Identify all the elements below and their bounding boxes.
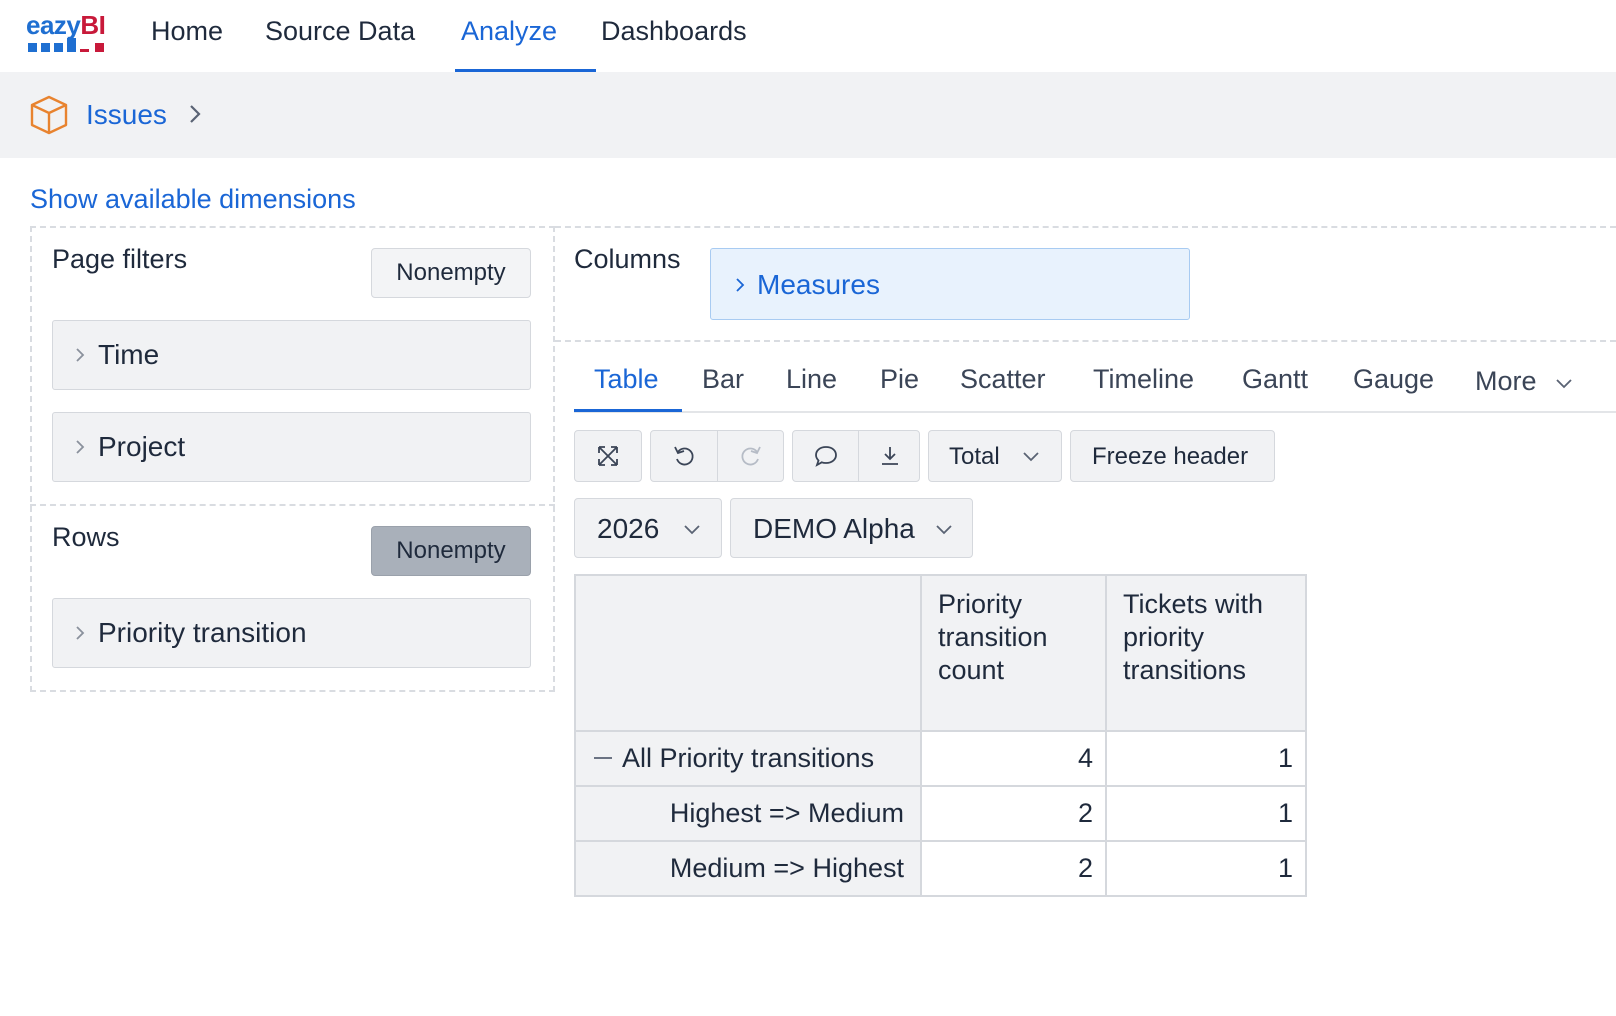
cube-icon <box>30 95 68 135</box>
total-dropdown[interactable]: Total <box>928 430 1062 482</box>
table-cell: 4 <box>920 730 1107 787</box>
chevron-right-icon <box>76 440 85 454</box>
page-filter-time[interactable]: Time <box>52 320 531 390</box>
report-area-border <box>555 340 1616 342</box>
show-available-dimensions-link[interactable]: Show available dimensions <box>30 184 356 215</box>
tab-more[interactable]: More <box>1475 366 1537 397</box>
results-table: Priority transition count Tickets with p… <box>574 574 1307 897</box>
tab-gantt[interactable]: Gantt <box>1242 364 1308 395</box>
table-cell: 1 <box>1105 730 1307 787</box>
table-row: Highest => Medium 2 1 <box>574 785 1307 842</box>
tab-gauge[interactable]: Gauge <box>1353 364 1434 395</box>
chevron-down-icon <box>1556 379 1572 389</box>
row-dimension-priority-transition[interactable]: Priority transition <box>52 598 531 668</box>
breadcrumb: Issues <box>0 72 1616 158</box>
undo-icon[interactable] <box>671 443 697 469</box>
tab-active-indicator <box>574 409 682 412</box>
column-dimension-measures[interactable]: Measures <box>710 248 1190 320</box>
page-filters-nonempty-button[interactable]: Nonempty <box>371 248 531 298</box>
nav-analyze[interactable]: Analyze <box>461 0 557 72</box>
project-filter-value: DEMO Alpha <box>753 513 915 544</box>
total-label: Total <box>949 443 1000 470</box>
chevron-down-icon <box>684 525 700 535</box>
dimension-label: Priority transition <box>98 617 307 648</box>
tab-scatter[interactable]: Scatter <box>960 364 1046 395</box>
redo-icon[interactable] <box>738 443 764 469</box>
freeze-header-label: Freeze header <box>1092 443 1249 470</box>
undo-redo-group <box>650 430 784 482</box>
row-header[interactable]: Medium => Highest <box>574 840 922 897</box>
columns-label: Columns <box>574 244 681 274</box>
chevron-right-icon <box>190 105 201 123</box>
page-filters-label: Page filters <box>52 244 188 274</box>
toolbar-separator <box>858 431 859 481</box>
chevron-down-icon <box>1023 452 1039 462</box>
chevron-right-icon <box>76 626 85 640</box>
logo-wordmark: eazyBI <box>26 10 106 40</box>
table-cell: 2 <box>920 785 1107 842</box>
chevron-down-icon <box>936 525 952 535</box>
comment-export-group <box>792 430 920 482</box>
dimension-label: Measures <box>757 269 880 300</box>
top-navigation: eazyBI Home Source Data Analyze Dashboar… <box>0 0 1616 72</box>
comment-icon[interactable] <box>813 443 839 469</box>
column-header[interactable]: Tickets with priority transitions <box>1105 574 1307 732</box>
columns-area-border <box>555 226 1616 228</box>
dimension-label: Time <box>98 339 160 370</box>
table-row: Medium => Highest 2 1 <box>574 840 1307 897</box>
page-filter-project[interactable]: Project <box>52 412 531 482</box>
expand-icon <box>598 446 618 466</box>
toolbar-separator <box>717 431 718 481</box>
table-cell: 1 <box>1105 840 1307 897</box>
row-header[interactable]: Highest => Medium <box>574 785 922 842</box>
table-row: All Priority transitions 4 1 <box>574 730 1307 787</box>
tab-bar[interactable]: Bar <box>702 364 744 395</box>
eazybi-logo[interactable]: eazyBI <box>26 10 118 52</box>
tab-pie[interactable]: Pie <box>880 364 919 395</box>
logo-bars <box>28 38 118 52</box>
project-filter-select[interactable]: DEMO Alpha <box>730 498 973 558</box>
nav-source-data[interactable]: Source Data <box>265 0 415 72</box>
rows-nonempty-button[interactable]: Nonempty <box>371 526 531 576</box>
tabs-baseline <box>574 411 1616 413</box>
table-cell: 2 <box>920 840 1107 897</box>
nav-home[interactable]: Home <box>151 0 223 72</box>
panel-divider <box>30 504 555 506</box>
table-cell: 1 <box>1105 785 1307 842</box>
download-icon[interactable] <box>878 444 902 468</box>
tab-line[interactable]: Line <box>786 364 837 395</box>
row-header[interactable]: All Priority transitions <box>574 730 922 787</box>
nav-dashboards[interactable]: Dashboards <box>601 0 747 72</box>
fullscreen-button[interactable] <box>574 430 642 482</box>
tab-timeline[interactable]: Timeline <box>1093 364 1194 395</box>
breadcrumb-issues-link[interactable]: Issues <box>86 99 167 131</box>
rows-label: Rows <box>52 522 120 552</box>
dimension-label: Project <box>98 431 186 462</box>
time-filter-value: 2026 <box>597 513 660 544</box>
table-corner-cell <box>574 574 922 732</box>
table-header-row: Priority transition count Tickets with p… <box>574 574 1307 732</box>
column-header[interactable]: Priority transition count <box>920 574 1107 732</box>
time-filter-select[interactable]: 2026 <box>574 498 722 558</box>
chevron-right-icon <box>76 348 85 362</box>
row-label: All Priority transitions <box>622 743 875 773</box>
collapse-icon[interactable] <box>594 756 612 759</box>
chevron-right-icon <box>736 278 745 292</box>
freeze-header-button[interactable]: Freeze header <box>1070 430 1275 482</box>
tab-table[interactable]: Table <box>594 364 659 395</box>
